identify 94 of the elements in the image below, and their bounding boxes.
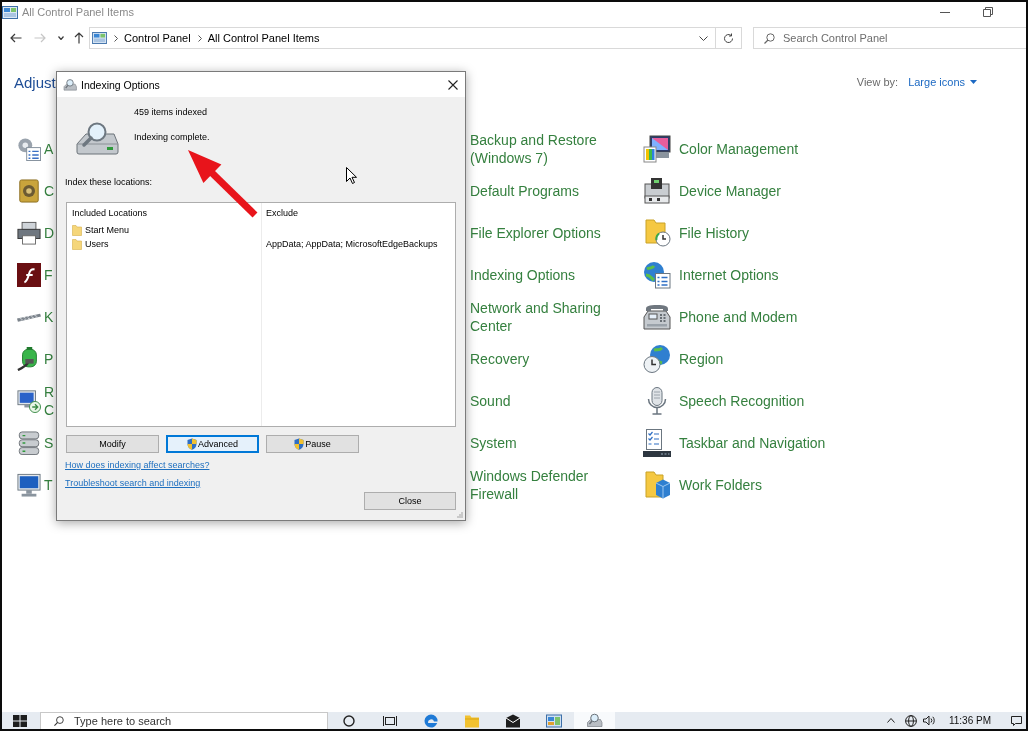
desk-phone-icon xyxy=(643,303,671,331)
stacked-drives-icon xyxy=(17,431,41,455)
breadcrumb-item[interactable]: All Control Panel Items xyxy=(207,32,320,44)
control-panel-link[interactable]: P xyxy=(16,338,54,380)
search-field[interactable]: Search Control Panel xyxy=(753,27,1026,49)
safe-icon xyxy=(17,179,41,203)
chevron-down-icon[interactable] xyxy=(699,35,708,41)
folder-clock-icon xyxy=(643,219,671,247)
column-header[interactable]: Included Locations xyxy=(72,206,148,220)
control-panel-link[interactable]: D xyxy=(16,212,55,254)
shield-icon xyxy=(294,438,305,450)
location-item[interactable]: Users xyxy=(72,237,109,251)
help-link[interactable]: Troubleshoot search and indexing xyxy=(65,477,201,489)
magnifier-drive-icon[interactable] xyxy=(574,712,615,729)
folder-cube-icon xyxy=(643,471,671,499)
keyboard-icon xyxy=(17,312,41,322)
view-by-label: View by: xyxy=(856,76,899,88)
control-panel-link[interactable]: Color Management xyxy=(643,128,799,170)
refresh-icon xyxy=(723,32,734,44)
gear-checklist-icon xyxy=(17,137,41,161)
up-arrow-icon[interactable] xyxy=(74,32,84,44)
address-bar[interactable]: Control Panel All Control Panel Items xyxy=(89,27,716,49)
locations-label: Index these locations: xyxy=(65,176,153,188)
control-panel-link[interactable]: F xyxy=(16,254,53,296)
control-panel-link[interactable]: Device Manager xyxy=(643,170,781,212)
control-panel-link[interactable]: Speech Recognition xyxy=(643,380,805,422)
globe-checklist-icon xyxy=(643,261,671,289)
view-mode-dropdown[interactable]: Large icons xyxy=(908,76,977,88)
globe-icon[interactable] xyxy=(904,714,917,727)
printer-icon xyxy=(17,221,41,245)
breadcrumb-item[interactable]: Control Panel xyxy=(124,32,191,44)
control-panel-link[interactable]: Internet Options xyxy=(643,254,779,296)
speech-bubble-icon[interactable] xyxy=(1011,715,1022,726)
caret-up-icon[interactable] xyxy=(886,718,895,723)
shield-icon xyxy=(187,438,197,450)
column-header[interactable]: Exclude xyxy=(266,206,299,220)
items-indexed-count: 459 items indexed xyxy=(134,106,208,118)
close-button[interactable]: Close xyxy=(364,492,456,510)
taskbar-search-field[interactable]: Type here to search xyxy=(40,712,328,729)
dialog-button[interactable]: Pause xyxy=(266,435,359,453)
chevron-right-icon[interactable] xyxy=(114,34,118,42)
chevron-right-icon[interactable] xyxy=(197,34,202,42)
location-item[interactable]: Start Menu xyxy=(72,223,130,237)
caret-down-icon[interactable] xyxy=(58,36,64,40)
page-heading: Adjust xyxy=(14,73,56,91)
framed-rectangle-icon[interactable] xyxy=(382,714,397,727)
control-panel-link[interactable]: S xyxy=(16,422,54,464)
device-box-icon xyxy=(643,177,671,205)
control-panel-link[interactable]: Work Folders xyxy=(643,464,762,506)
computer-icon xyxy=(17,473,41,497)
control-panel-link[interactable]: Taskbar and Navigation xyxy=(643,422,826,464)
back-arrow-icon[interactable] xyxy=(10,33,22,43)
restore-icon[interactable] xyxy=(983,7,993,17)
magnifier-drive-icon xyxy=(75,122,119,155)
close-icon[interactable] xyxy=(448,79,458,90)
control-panel-link[interactable]: C xyxy=(16,170,55,212)
clock[interactable]: 11:36 PM xyxy=(948,715,991,726)
minimize-icon[interactable] xyxy=(940,11,950,13)
control-panel-link[interactable]: Region xyxy=(643,338,724,380)
indexing-status: Indexing complete. xyxy=(134,131,210,143)
four-squares-icon[interactable] xyxy=(13,714,27,727)
folder-icon xyxy=(72,238,82,250)
color-monitor-icon xyxy=(643,135,671,163)
control-panel-link[interactable]: T xyxy=(16,464,53,506)
search-icon xyxy=(54,716,64,726)
dialog-button[interactable]: Modify xyxy=(66,435,159,453)
curve-tile-icon xyxy=(17,263,41,287)
checklist-bar-icon xyxy=(643,429,671,457)
swirl-icon[interactable] xyxy=(422,713,439,728)
mouse-pointer-icon xyxy=(346,167,357,184)
window-tiles-icon[interactable] xyxy=(545,713,562,728)
envelope-icon[interactable] xyxy=(504,713,521,728)
window-title: All Control Panel Items xyxy=(22,6,134,18)
refresh-button[interactable] xyxy=(716,27,742,49)
control-panel-link[interactable]: File History xyxy=(643,212,749,254)
window-tiles-icon xyxy=(2,5,18,19)
search-icon xyxy=(764,33,775,44)
control-panel-link[interactable]: K xyxy=(16,296,54,338)
window-tiles-icon xyxy=(92,32,107,44)
speaker-icon[interactable] xyxy=(922,715,935,726)
ring-icon[interactable] xyxy=(342,714,355,727)
dialog-button[interactable]: Advanced xyxy=(166,435,259,453)
control-panel-link[interactable]: R C xyxy=(16,380,55,422)
monitor-arrow-icon xyxy=(17,389,41,413)
control-panel-link[interactable]: A xyxy=(16,128,54,170)
control-panel-link[interactable]: Phone and Modem xyxy=(643,296,798,338)
folder-icon xyxy=(72,224,82,236)
help-link[interactable]: How does indexing affect searches? xyxy=(65,459,210,471)
dialog-title: Indexing Options xyxy=(81,78,160,91)
exclude-cell: AppData; AppData; MicrosoftEdgeBackups xyxy=(266,239,438,249)
caret-down-icon xyxy=(970,80,977,84)
magnifier-drive-icon xyxy=(63,78,77,91)
globe-clock-icon xyxy=(643,345,671,373)
resize-grip-icon[interactable] xyxy=(456,511,463,518)
